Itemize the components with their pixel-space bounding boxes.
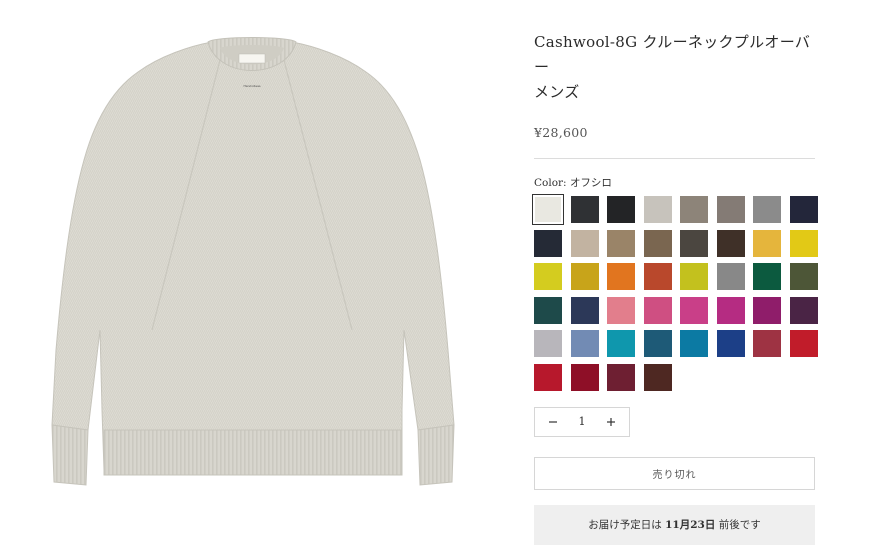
color-swatch[interactable] [570, 363, 599, 391]
quantity-input[interactable]: 1 [579, 415, 586, 428]
color-swatch[interactable] [643, 263, 672, 290]
quantity-increase-button[interactable] [601, 412, 621, 432]
color-swatch[interactable] [570, 296, 599, 324]
color-swatch[interactable] [607, 296, 635, 324]
color-swatch[interactable] [753, 196, 781, 223]
color-swatch[interactable] [534, 296, 562, 324]
color-swatch[interactable] [753, 296, 781, 324]
color-swatch[interactable] [680, 330, 708, 357]
color-swatch[interactable] [789, 263, 818, 290]
product-info-panel: Cashwool-8G クルーネックプルオーバー メンズ ¥28,600 Col… [532, 30, 818, 545]
color-swatch[interactable] [680, 296, 708, 324]
color-swatch[interactable] [753, 330, 781, 357]
color-swatch[interactable] [643, 196, 672, 223]
color-swatch[interactable] [607, 229, 635, 257]
color-swatch[interactable] [789, 296, 818, 324]
color-swatch[interactable] [716, 296, 745, 324]
color-label: Color: [534, 177, 567, 189]
color-swatch[interactable] [716, 263, 745, 290]
color-swatch[interactable] [789, 196, 818, 223]
color-swatch[interactable] [716, 330, 745, 357]
color-swatch[interactable] [570, 196, 599, 223]
product-title: Cashwool-8G クルーネックプルオーバー メンズ [534, 30, 815, 105]
color-swatch[interactable] [716, 196, 745, 223]
color-swatch[interactable] [532, 194, 564, 225]
product-title-line1: Cashwool-8G クルーネックプルオーバー [534, 33, 811, 76]
color-swatch[interactable] [534, 263, 562, 290]
color-swatch[interactable] [789, 229, 818, 257]
divider [534, 158, 815, 159]
color-swatch[interactable] [643, 229, 672, 257]
color-swatch[interactable] [680, 196, 708, 223]
minus-icon [549, 420, 557, 423]
sold-out-button[interactable]: 売り切れ [534, 456, 815, 490]
delivery-suffix: 前後です [718, 519, 761, 531]
color-swatch[interactable] [643, 330, 672, 357]
color-swatch[interactable] [643, 363, 672, 391]
color-selector-label: Color: オフシロ [534, 175, 815, 190]
delivery-estimate: お届け予定日は 11月23日 前後です [534, 504, 815, 545]
color-swatch[interactable] [680, 229, 708, 257]
color-swatch[interactable] [753, 263, 781, 290]
color-swatch[interactable] [607, 330, 635, 357]
color-swatch[interactable] [789, 330, 818, 357]
color-swatch[interactable] [607, 363, 635, 391]
delivery-date: 11月23日 [665, 519, 716, 531]
product-price: ¥28,600 [534, 125, 588, 140]
sweater-image [51, 37, 455, 486]
color-swatch[interactable] [570, 229, 599, 257]
product-image: Hand-Ideas [40, 30, 490, 502]
color-swatch[interactable] [680, 263, 708, 290]
color-swatch[interactable] [643, 296, 672, 324]
color-swatch[interactable] [607, 263, 635, 290]
color-swatch[interactable] [534, 229, 562, 257]
color-swatch[interactable] [570, 330, 599, 357]
color-swatch[interactable] [534, 330, 562, 357]
color-swatch[interactable] [753, 229, 781, 257]
product-title-line2: メンズ [534, 83, 580, 101]
quantity-stepper: 1 [534, 406, 630, 437]
plus-icon [607, 417, 615, 426]
color-swatch[interactable] [607, 196, 635, 223]
quantity-decrease-button[interactable] [543, 412, 563, 432]
brand-label-text: Hand-Ideas [243, 84, 261, 88]
color-swatch[interactable] [570, 263, 599, 290]
delivery-prefix: お届け予定日は [588, 519, 662, 531]
color-swatch[interactable] [716, 229, 745, 257]
color-swatch[interactable] [534, 363, 562, 391]
color-swatch-grid [532, 194, 818, 391]
selected-color-name: オフシロ [569, 177, 612, 189]
